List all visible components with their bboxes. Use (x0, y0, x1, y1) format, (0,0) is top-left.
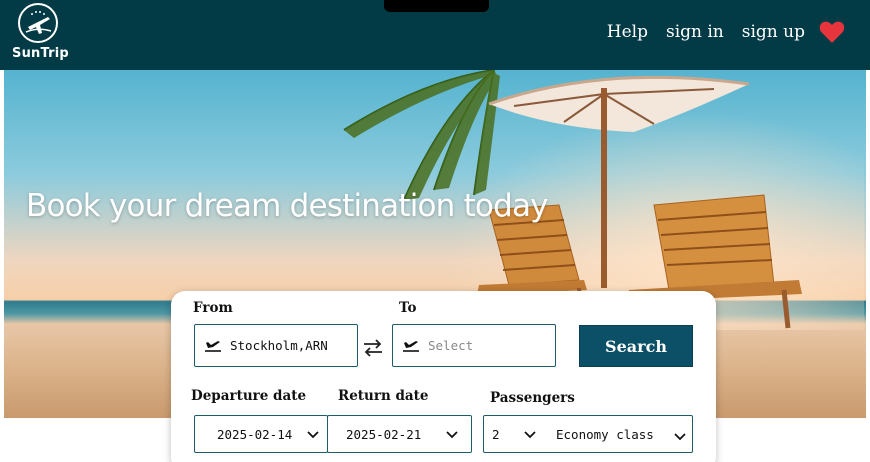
chevron-down-icon (674, 433, 686, 441)
top-nav: Help sign in sign up (589, 20, 845, 44)
from-field[interactable]: Stockholm,ARN (194, 324, 358, 367)
help-link[interactable]: Help (607, 22, 648, 42)
sign-in-link[interactable]: sign in (666, 22, 724, 42)
suntrip-logo[interactable]: SunTrip (10, 3, 70, 65)
chevron-down-icon (524, 431, 536, 439)
departure-date-value: 2025-02-14 (217, 426, 293, 442)
camera-notch (384, 0, 489, 12)
departure-date-select[interactable]: 2025-02-14 (194, 415, 328, 453)
from-label: From (193, 300, 233, 316)
hero-title: Book your dream destination today (26, 188, 549, 224)
from-value: Stockholm,ARN (230, 338, 328, 353)
chevron-down-icon (446, 431, 458, 439)
plane-takeoff-icon (205, 340, 221, 352)
return-date-value: 2025-02-21 (346, 426, 422, 442)
search-button[interactable]: Search (579, 325, 693, 367)
to-placeholder: Select (428, 338, 474, 353)
plane-landing-icon (403, 340, 419, 352)
sign-up-link[interactable]: sign up (742, 22, 805, 42)
to-field[interactable]: Select (392, 324, 556, 367)
swap-icon[interactable] (361, 338, 385, 358)
booking-form: From To Stockholm,ARN Select Search Depa… (171, 291, 716, 462)
logo-text: SunTrip (12, 46, 69, 61)
departure-date-label: Departure date (191, 388, 307, 404)
to-label: To (399, 300, 417, 316)
cabin-class-value: Economy class (556, 426, 654, 442)
passengers-label: Passengers (490, 390, 575, 406)
return-date-select[interactable]: 2025-02-21 (327, 415, 472, 453)
passengers-select[interactable]: 2 Economy class (483, 415, 693, 453)
logo-emblem-icon (18, 3, 58, 43)
heart-icon[interactable] (819, 20, 845, 44)
passengers-count: 2 (492, 426, 500, 442)
top-header: SunTrip Help sign in sign up (0, 0, 870, 70)
return-date-label: Return date (338, 388, 429, 404)
chevron-down-icon (307, 431, 319, 439)
